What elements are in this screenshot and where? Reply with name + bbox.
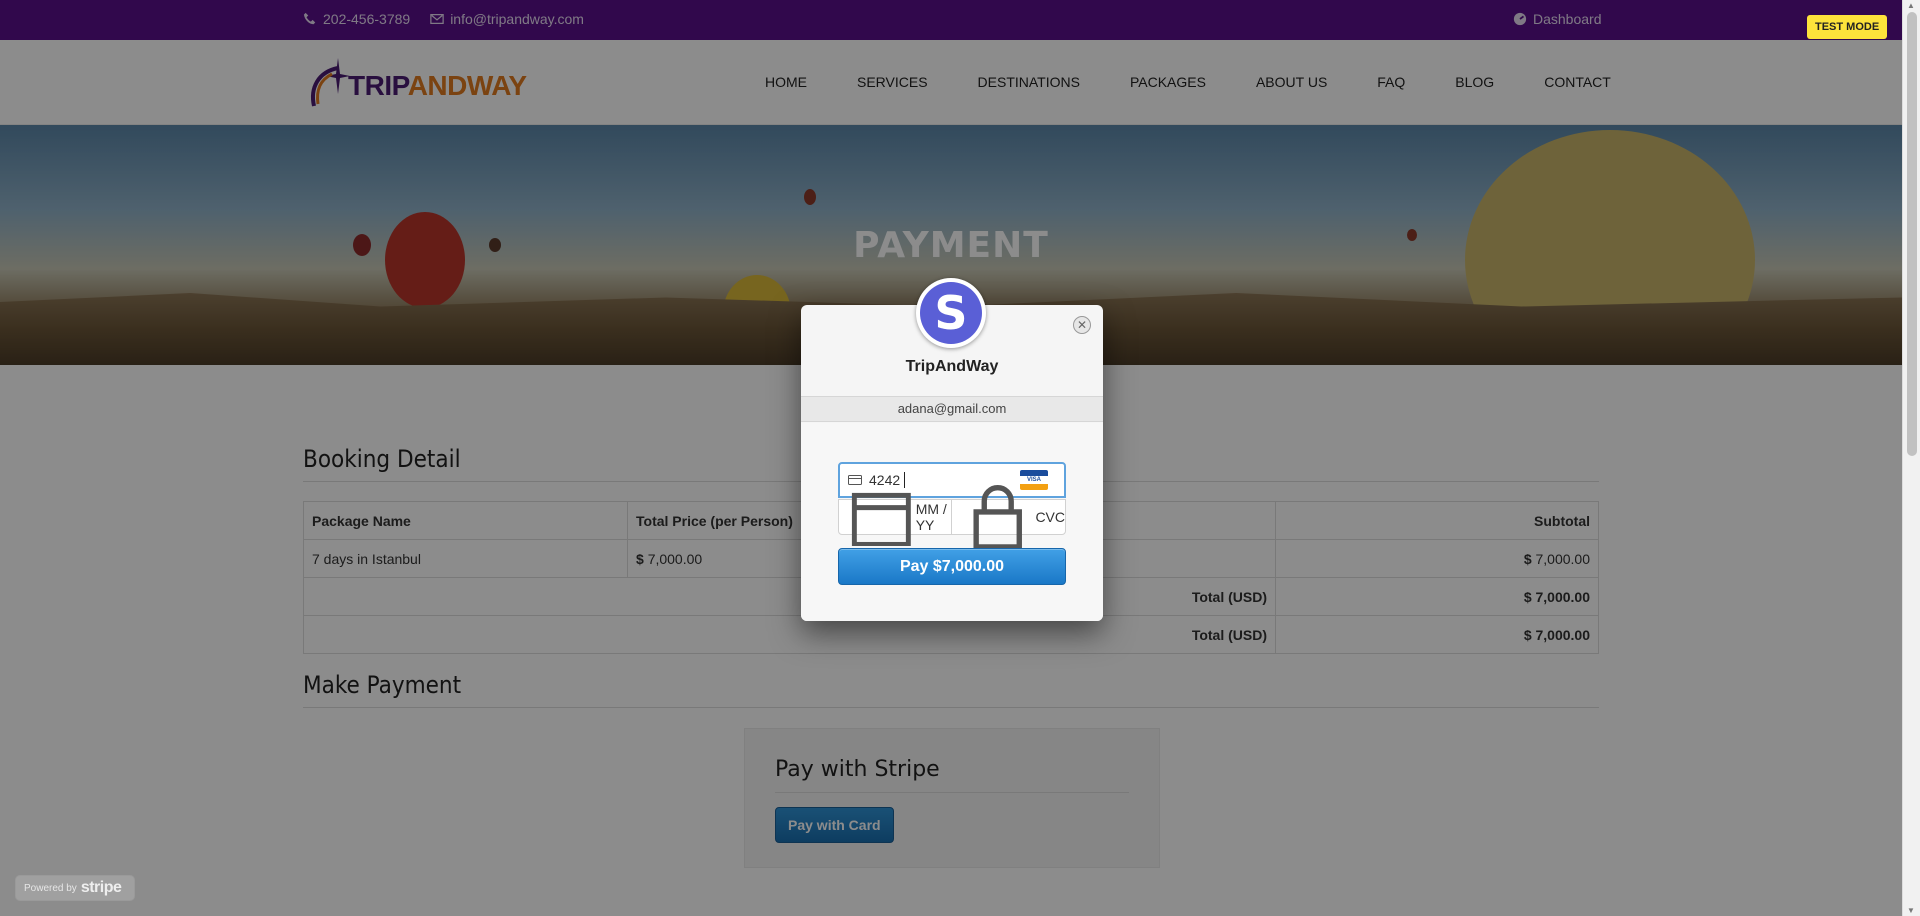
card-form: 4242 VISA MM / YY CVC Pay $7,000.00 [801,423,1103,621]
stripe-wordmark: stripe [80,879,122,896]
expiry-placeholder: MM / YY [915,501,947,533]
card-number-value: 4242 [869,472,901,488]
merchant-avatar: S [916,278,986,348]
close-icon[interactable]: ✕ [1073,316,1091,334]
test-mode-badge: TEST MODE [1807,15,1888,39]
cvc-placeholder: CVC [1035,509,1065,525]
stripe-checkout-modal: S ✕ TripAndWay adana@gmail.com 4242 VISA… [801,278,1103,621]
powered-by-text: Powered by [24,882,77,894]
customer-email[interactable]: adana@gmail.com [801,396,1103,422]
calendar-icon [851,492,911,547]
credit-card-icon [848,475,862,485]
lock-icon [973,484,1022,550]
scroll-up-icon[interactable]: ▲ [1907,1,1915,10]
scrollbar-thumb[interactable] [1907,12,1917,456]
text-cursor [904,472,906,488]
powered-by-stripe-badge[interactable]: Powered by stripe [15,875,135,901]
cvc-field[interactable]: CVC [951,484,1066,550]
page-scrollbar[interactable]: ▲ ▼ [1902,0,1920,916]
merchant-name: TripAndWay [905,358,999,375]
stripe-s-icon: S [920,282,982,344]
scroll-down-icon[interactable]: ▼ [1907,906,1915,915]
pay-button[interactable]: Pay $7,000.00 [838,548,1066,585]
expiry-field[interactable]: MM / YY [838,492,952,547]
